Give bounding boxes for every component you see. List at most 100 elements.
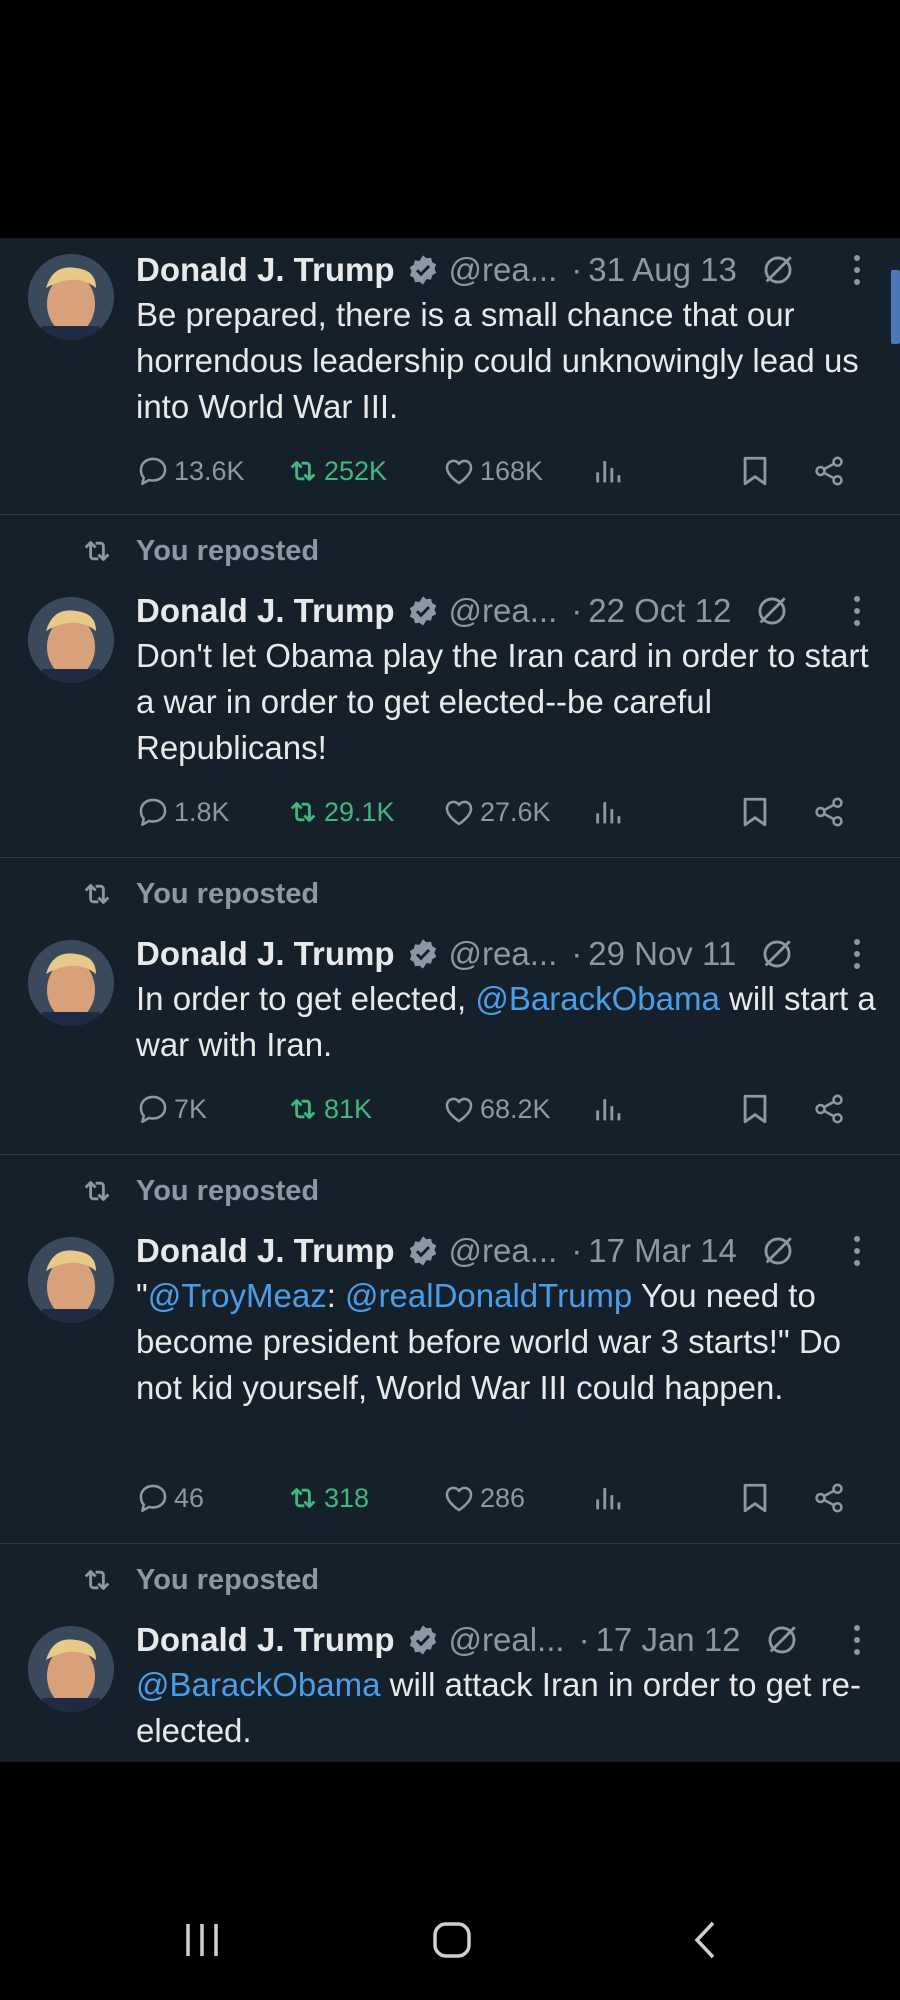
mention-link[interactable]: @BarackObama [475,980,719,1017]
tweet[interactable]: You reposted Donald J. Trump @rea... · 2… [0,858,900,1154]
more-options-icon[interactable] [842,591,872,631]
verified-badge-icon [409,1236,436,1266]
author-handle[interactable]: @rea... [449,935,558,973]
separator-dot: · [571,251,583,288]
author-handle[interactable]: @rea... [449,592,558,630]
reply-icon [139,1095,167,1124]
more-options-icon[interactable] [842,1231,872,1271]
tweet-date[interactable]: 22 Oct 12 [588,592,731,630]
reply-button[interactable]: 46 [136,1475,204,1521]
grok-icon[interactable] [765,1623,799,1657]
grok-icon[interactable] [760,937,794,971]
tweet-text: @BarackObama will attack Iran in order t… [136,1666,861,1749]
recent-apps-icon[interactable] [182,1920,222,1960]
views-button[interactable] [592,448,630,494]
views-icon [596,461,621,483]
avatar[interactable] [28,940,114,1026]
avatar[interactable] [28,1626,114,1712]
avatar[interactable] [28,597,114,683]
repost-icon [290,802,316,822]
repost-indicator: You reposted [80,531,319,571]
repost-label: You reposted [136,1174,320,1207]
reply-button[interactable]: 13.6K [136,448,245,494]
scrollbar[interactable] [891,270,900,344]
verified-badge-icon [409,596,436,626]
repost-button[interactable]: 81K [286,1086,372,1132]
like-button[interactable]: 168K [442,448,543,494]
views-icon [596,1099,621,1121]
tweet-text: In order to get elected, @BarackObama wi… [136,980,876,1063]
more-options-icon[interactable] [842,934,872,974]
repost-count: 318 [324,1482,370,1513]
more-options-icon[interactable] [842,1620,872,1660]
reply-button[interactable]: 7K [136,1086,207,1132]
share-icon [815,456,843,486]
repost-indicator: You reposted [80,874,319,914]
separator-dot: · [571,935,583,972]
more-options-icon[interactable] [842,250,872,290]
share-icon [815,1483,843,1513]
mention-link[interactable]: @realDonaldTrump [345,1277,632,1314]
repost-indicator: You reposted [80,1171,319,1211]
like-count: 27.6K [480,796,551,827]
mention-link[interactable]: @TroyMeaz [148,1277,327,1314]
avatar[interactable] [28,1237,114,1323]
home-icon[interactable] [432,1920,472,1960]
reply-button[interactable]: 1.8K [136,789,230,835]
tweet-date[interactable]: 31 Aug 13 [588,251,737,289]
repost-icon [290,1488,316,1508]
author-handle[interactable]: @rea... [449,251,558,289]
tweet[interactable]: Donald J. Trump @rea... · 31 Aug 13 Be p… [0,238,900,514]
author-name[interactable]: Donald J. Trump [136,592,395,630]
author-name[interactable]: Donald J. Trump [136,251,395,289]
verified-badge-icon [409,1625,436,1655]
share-button[interactable] [812,1086,850,1132]
heart-icon [445,1486,473,1512]
bookmark-button[interactable] [738,448,776,494]
bookmark-button[interactable] [738,789,776,835]
bookmark-button[interactable] [738,1086,776,1132]
tweet-date[interactable]: 29 Nov 11 [588,935,736,973]
repost-indicator: You reposted [80,1560,319,1600]
like-button[interactable]: 286 [442,1475,525,1521]
back-icon[interactable] [686,1920,726,1960]
tweet-date[interactable]: 17 Mar 14 [588,1232,737,1270]
author-name[interactable]: Donald J. Trump [136,935,395,973]
share-button[interactable] [812,448,850,494]
grok-icon[interactable] [761,253,795,287]
repost-button[interactable]: 318 [286,1475,369,1521]
reply-icon [139,457,167,486]
tweet[interactable]: You reposted Donald J. Trump @real... · … [0,1544,900,1762]
author-name[interactable]: Donald J. Trump [136,1232,395,1270]
views-button[interactable] [592,789,630,835]
repost-button[interactable]: 252K [286,448,387,494]
repost-indicator-icon [84,1181,110,1201]
share-button[interactable] [812,789,850,835]
author-name[interactable]: Donald J. Trump [136,1621,395,1659]
avatar[interactable] [28,254,114,340]
like-count: 68.2K [480,1093,551,1124]
repost-button[interactable]: 29.1K [286,789,395,835]
bookmark-button[interactable] [738,1475,776,1521]
tweet-actions: 7K 81K 68.2K [136,1086,866,1132]
repost-label: You reposted [136,877,320,910]
tweet-date[interactable]: 17 Jan 12 [596,1621,741,1659]
tweet-actions: 13.6K 252K 168K [136,448,866,494]
views-button[interactable] [592,1475,630,1521]
timeline-feed[interactable]: Donald J. Trump @rea... · 31 Aug 13 Be p… [0,238,900,1762]
grok-icon[interactable] [755,594,789,628]
like-button[interactable]: 68.2K [442,1086,551,1132]
author-handle[interactable]: @real... [449,1621,565,1659]
repost-count: 252K [324,455,388,486]
tweet[interactable]: You reposted Donald J. Trump @rea... · 2… [0,515,900,857]
views-button[interactable] [592,1086,630,1132]
grok-icon[interactable] [761,1234,795,1268]
reply-count: 1.8K [174,796,230,827]
repost-count: 29.1K [324,796,395,827]
author-handle[interactable]: @rea... [449,1232,558,1270]
like-button[interactable]: 27.6K [442,789,551,835]
share-button[interactable] [812,1475,850,1521]
mention-link[interactable]: @BarackObama [136,1666,380,1703]
tweet-actions: 1.8K 29.1K 27.6K [136,789,866,835]
tweet[interactable]: You reposted Donald J. Trump @rea... · 1… [0,1155,900,1543]
